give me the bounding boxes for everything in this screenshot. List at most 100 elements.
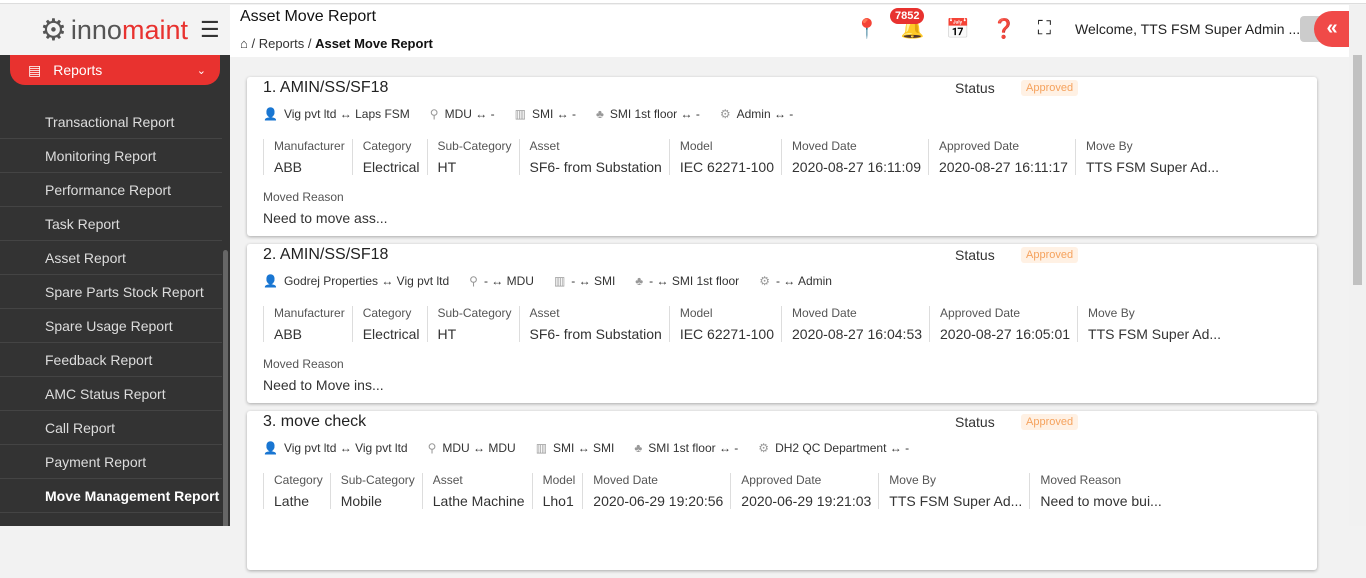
field-label: Approved Date (940, 306, 1021, 320)
sidebar-item[interactable]: Payment Report (0, 445, 222, 479)
field-label: Category (362, 139, 412, 153)
field-label: Asset (529, 139, 560, 153)
location-text: Admin ↔ - (736, 107, 794, 121)
location-item: ♣ SMI 1st floor ↔ - (634, 441, 738, 455)
sidebar-item[interactable]: Move Management Report (0, 479, 222, 513)
scrollbar-thumb[interactable] (1353, 55, 1362, 285)
reports-label: Reports (53, 62, 103, 78)
sidebar-item[interactable]: Call Report (0, 411, 222, 445)
breadcrumb-current: Asset Move Report (315, 36, 433, 51)
map-pin-icon[interactable]: 📍 (855, 17, 879, 41)
field: Category Electrical (351, 139, 427, 175)
move-card[interactable]: 1. AMIN/SS/SF18 Status Approved 👤 Vig pvt lt… (247, 77, 1317, 236)
field: Approved Date 2020-08-27 16:11:17 (927, 139, 1075, 175)
logo[interactable]: ⚙ inno maint ☰ (0, 5, 230, 55)
collapse-panel-button[interactable]: « (1314, 11, 1350, 47)
field-value: Need to Move ins... (263, 377, 384, 393)
field-value: TTS FSM Super Ad... (1088, 326, 1222, 342)
location-item: 👤 Godrej Properties ↔ Vig pvt ltd (263, 274, 449, 288)
moved-reason: Moved Reason Need to move ass... (263, 190, 388, 226)
sidebar-item[interactable]: Task Report (0, 207, 222, 241)
location-row: 👤 Vig pvt ltd ↔ Vig pvt ltd ⚲ MDU ↔ MDU ▥ SMI… (263, 441, 909, 455)
field-value: SF6- from Substation (529, 159, 662, 175)
breadcrumb-reports[interactable]: Reports (259, 36, 305, 51)
location-row: 👤 Vig pvt ltd ↔ Laps FSM ⚲ MDU ↔ - ▥ SMI ↔ - ♣… (263, 107, 793, 121)
location-text: - ↔ SMI (571, 274, 616, 288)
field-label: Manufacturer (274, 306, 345, 320)
field-value: Electrical (362, 159, 420, 175)
location-item: ⚙ Admin ↔ - (720, 107, 793, 121)
sidebar-item[interactable]: AMC Status Report (0, 377, 222, 411)
calendar-icon[interactable]: 📅 (946, 17, 970, 41)
field: Model Lho1 (531, 473, 583, 509)
field-label: Model (542, 473, 576, 487)
sidebar-item[interactable]: Feedback Report (0, 343, 222, 377)
user-icon: 👤 (263, 274, 278, 288)
status-label: Status (955, 414, 995, 430)
map-pin-icon: ⚲ (469, 274, 478, 288)
move-card[interactable]: 3. move check Status Approved 👤 Vig pvt ltd … (247, 411, 1317, 570)
home-icon[interactable]: ⌂ (240, 36, 248, 51)
field-label: Sub-Category (340, 473, 415, 487)
gear-icon: ⚙ (719, 107, 731, 121)
field-value: Lho1 (542, 493, 574, 509)
location-item: ▥ SMI ↔ SMI (536, 441, 615, 455)
location-item: ⚙ - ↔ Admin (759, 274, 832, 288)
field-value: Electrical (362, 326, 420, 342)
sidebar-item[interactable]: Performance Report (0, 173, 222, 207)
location-text: Vig pvt ltd ↔ Vig pvt ltd (283, 441, 408, 455)
location-row: 👤 Godrej Properties ↔ Vig pvt ltd ⚲ - ↔ MDU… (263, 274, 832, 288)
map-pin-icon: ⚲ (427, 441, 437, 455)
field-value: 2020-08-27 16:04:53 (792, 326, 923, 342)
field-label: Asset (432, 473, 463, 487)
field-value: 2020-06-29 19:21:03 (741, 493, 872, 509)
field-label: Category (362, 306, 412, 320)
field: Move By TTS FSM Super Ad... (1077, 306, 1228, 342)
user-icon: 👤 (263, 441, 278, 455)
sidebar-item[interactable]: Spare Usage Report (0, 309, 222, 343)
field-label: Model (679, 306, 713, 320)
field: Move By TTS FSM Super Ad... (1074, 139, 1226, 175)
fullscreen-icon[interactable]: ⛶ (1038, 18, 1051, 40)
building-icon: ▥ (514, 107, 526, 121)
sidebar-scrollbar[interactable] (223, 250, 228, 526)
sidebar-item[interactable]: Monitoring Report (0, 139, 222, 173)
move-card[interactable]: 2. AMIN/SS/SF18 Status Approved 👤 Godrej Pro… (247, 244, 1317, 403)
field-label: Moved Date (593, 473, 658, 487)
field: Sub-Category HT (426, 139, 519, 175)
map-pin-icon: ⚲ (429, 107, 439, 121)
sidebar-item[interactable]: Asset Report (0, 241, 222, 275)
floor-icon: ♣ (635, 274, 644, 288)
location-item: ⚲ MDU ↔ - (430, 107, 495, 121)
field-label: Moved Reason (263, 190, 344, 204)
menu-toggle-icon[interactable]: ☰ (200, 17, 220, 43)
field: Moved Date 2020-06-29 19:20:56 (582, 473, 730, 509)
sidebar-item[interactable]: Spare Parts Stock Report (0, 275, 222, 309)
field: Asset Lathe Machine (421, 473, 532, 509)
location-item: ♣ SMI 1st floor ↔ - (596, 107, 700, 121)
field-label: Moved Date (792, 306, 857, 320)
field: Moved Date 2020-08-27 16:04:53 (781, 306, 929, 342)
field-value: HT (437, 326, 457, 342)
welcome-text[interactable]: Welcome, TTS FSM Super Admin ... (1075, 21, 1300, 37)
page-scrollbar[interactable] (1349, 5, 1366, 526)
help-icon[interactable]: ❓ (992, 17, 1016, 41)
page-title: Asset Move Report (240, 8, 377, 25)
field-label: Approved Date (741, 473, 822, 487)
field: Move By TTS FSM Super Ad... (878, 473, 1029, 509)
status-badge: Approved (1021, 414, 1079, 430)
field: Model IEC 62271-100 (668, 306, 781, 342)
chevron-down-icon: ⌄ (196, 64, 206, 77)
location-item: ⚲ MDU ↔ MDU (428, 441, 516, 455)
field-label: Moved Reason (1040, 473, 1122, 487)
field-value: ABB (274, 326, 303, 342)
sidebar-item[interactable]: Transactional Report (0, 105, 222, 139)
field-label: Sub-Category (437, 139, 512, 153)
field-value: HT (437, 159, 457, 175)
field-label: Moved Reason (263, 357, 344, 371)
gear-icon: ⚙ (758, 441, 770, 455)
move-list: 1. AMIN/SS/SF18 Status Approved 👤 Vig pvt lt… (247, 77, 1317, 578)
field: Model IEC 62271-100 (668, 139, 781, 175)
sidebar-reports-button[interactable]: ▤ Reports ⌄ (10, 55, 220, 85)
building-icon: ▥ (535, 441, 548, 455)
